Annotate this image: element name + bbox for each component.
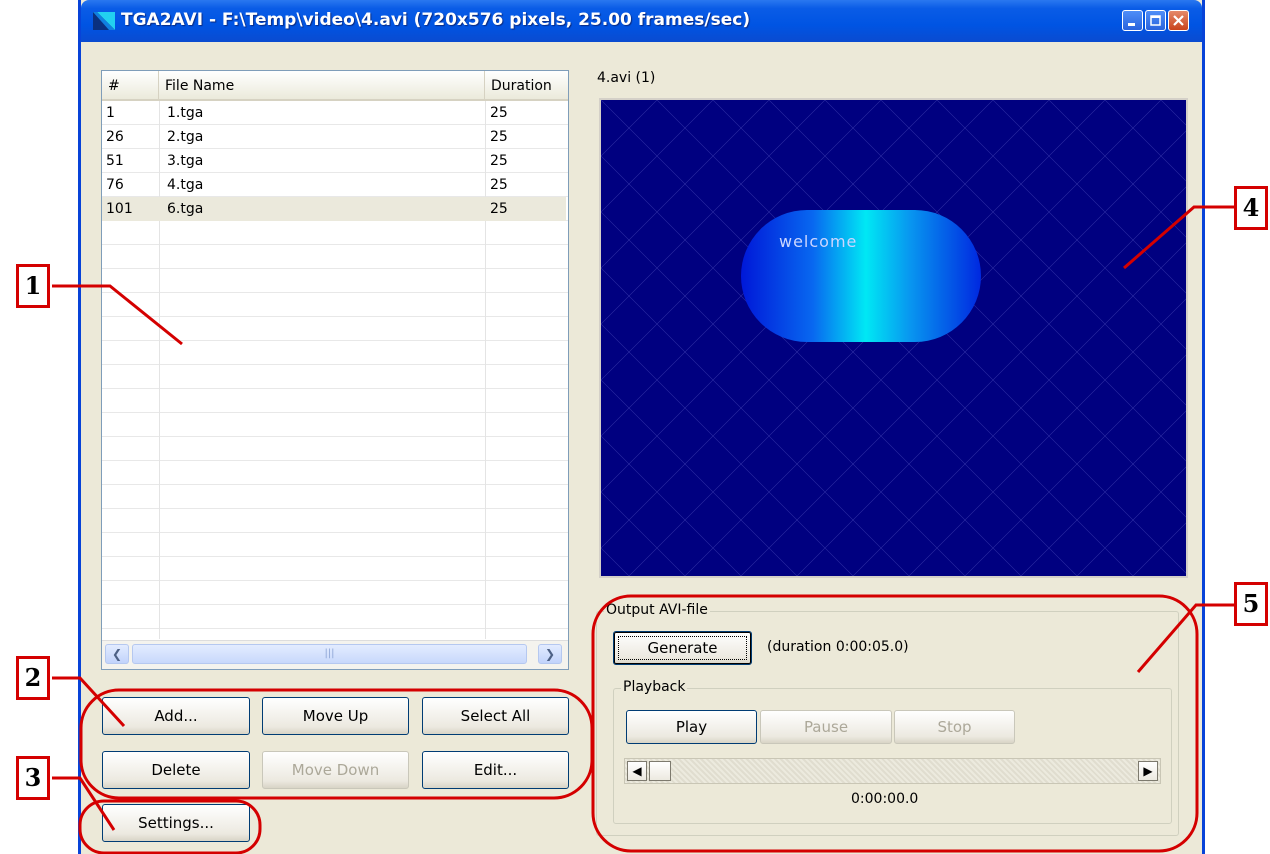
close-icon	[1173, 15, 1184, 26]
minimize-icon	[1128, 23, 1135, 26]
chevron-right-icon: ❯	[544, 647, 556, 661]
welcome-banner-graphic	[741, 210, 981, 342]
video-preview: welcome	[599, 98, 1188, 578]
slider-thumb[interactable]	[649, 761, 671, 781]
table-row[interactable]: 1 1.tga 25	[102, 101, 566, 125]
row-duration: 25	[490, 177, 508, 193]
duration-text: (duration 0:00:05.0)	[767, 639, 909, 655]
select-all-button[interactable]: Select All	[422, 697, 569, 735]
slider-right-arrow[interactable]: ▶	[1138, 761, 1158, 781]
row-file-name: 6.tga	[167, 201, 204, 217]
row-number: 26	[106, 129, 124, 145]
file-list[interactable]: # File Name Duration 1 1.tga 25 26 2.tga…	[101, 70, 569, 670]
play-button[interactable]: Play	[626, 710, 757, 744]
pause-button[interactable]: Pause	[760, 710, 892, 744]
table-row[interactable]: 26 2.tga 25	[102, 125, 566, 149]
row-file-name: 1.tga	[167, 105, 204, 121]
title-bar[interactable]: TGA2AVI - F:\Temp\video\4.avi (720x576 p…	[81, 0, 1202, 42]
window-title: TGA2AVI - F:\Temp\video\4.avi (720x576 p…	[121, 10, 751, 30]
move-down-button[interactable]: Move Down	[262, 751, 409, 789]
column-header-number[interactable]: #	[102, 71, 159, 99]
maximize-button[interactable]	[1145, 10, 1166, 31]
app-icon	[93, 12, 115, 30]
row-number: 1	[106, 105, 115, 121]
column-header-duration[interactable]: Duration	[485, 71, 566, 99]
row-duration: 25	[490, 129, 508, 145]
callout-5: 5	[1234, 582, 1268, 626]
row-number: 76	[106, 177, 124, 193]
file-list-header: # File Name Duration	[102, 71, 568, 101]
scroll-right-button[interactable]: ❯	[538, 644, 562, 664]
settings-button[interactable]: Settings...	[102, 804, 250, 842]
table-row-selected[interactable]: 101 6.tga 25	[102, 197, 566, 221]
preview-label: 4.avi (1)	[597, 70, 656, 86]
callout-2: 2	[16, 656, 50, 700]
scroll-left-button[interactable]: ❮	[105, 644, 129, 664]
minimize-button[interactable]	[1122, 10, 1143, 31]
row-duration: 25	[490, 153, 508, 169]
add-button[interactable]: Add...	[102, 697, 250, 735]
move-up-button[interactable]: Move Up	[262, 697, 409, 735]
maximize-icon	[1150, 15, 1161, 26]
close-button[interactable]	[1168, 10, 1189, 31]
scroll-thumb[interactable]: |||	[132, 644, 527, 664]
grip-icon: |||	[324, 648, 335, 659]
focus-rectangle	[618, 636, 747, 660]
slider-left-arrow[interactable]: ◀	[627, 761, 647, 781]
edit-button[interactable]: Edit...	[422, 751, 569, 789]
row-duration: 25	[490, 201, 508, 217]
playback-timecode: 0:00:00.0	[851, 791, 919, 807]
row-file-name: 4.tga	[167, 177, 204, 193]
playback-position-slider[interactable]: ◀ ▶	[624, 758, 1161, 784]
row-number: 51	[106, 153, 124, 169]
arrow-left-icon: ◀	[632, 764, 642, 778]
row-file-name: 3.tga	[167, 153, 204, 169]
row-file-name: 2.tga	[167, 129, 204, 145]
callout-4: 4	[1234, 186, 1268, 230]
delete-button[interactable]: Delete	[102, 751, 250, 789]
app-window: TGA2AVI - F:\Temp\video\4.avi (720x576 p…	[78, 0, 1205, 854]
generate-button[interactable]: Generate	[613, 631, 752, 665]
callout-1: 1	[16, 264, 50, 308]
banner-text: welcome	[779, 232, 858, 251]
callout-3: 3	[16, 756, 50, 800]
horizontal-scrollbar[interactable]: ❮ ||| ❯	[102, 640, 568, 669]
table-row[interactable]: 51 3.tga 25	[102, 149, 566, 173]
playback-group-label: Playback	[621, 679, 688, 695]
arrow-right-icon: ▶	[1143, 764, 1153, 778]
column-header-file-name[interactable]: File Name	[159, 71, 485, 99]
output-avi-group-label: Output AVI-file	[604, 602, 710, 618]
stop-button[interactable]: Stop	[894, 710, 1015, 744]
chevron-left-icon: ❮	[111, 647, 123, 661]
table-row[interactable]: 76 4.tga 25	[102, 173, 566, 197]
row-number: 101	[106, 201, 133, 217]
row-duration: 25	[490, 105, 508, 121]
